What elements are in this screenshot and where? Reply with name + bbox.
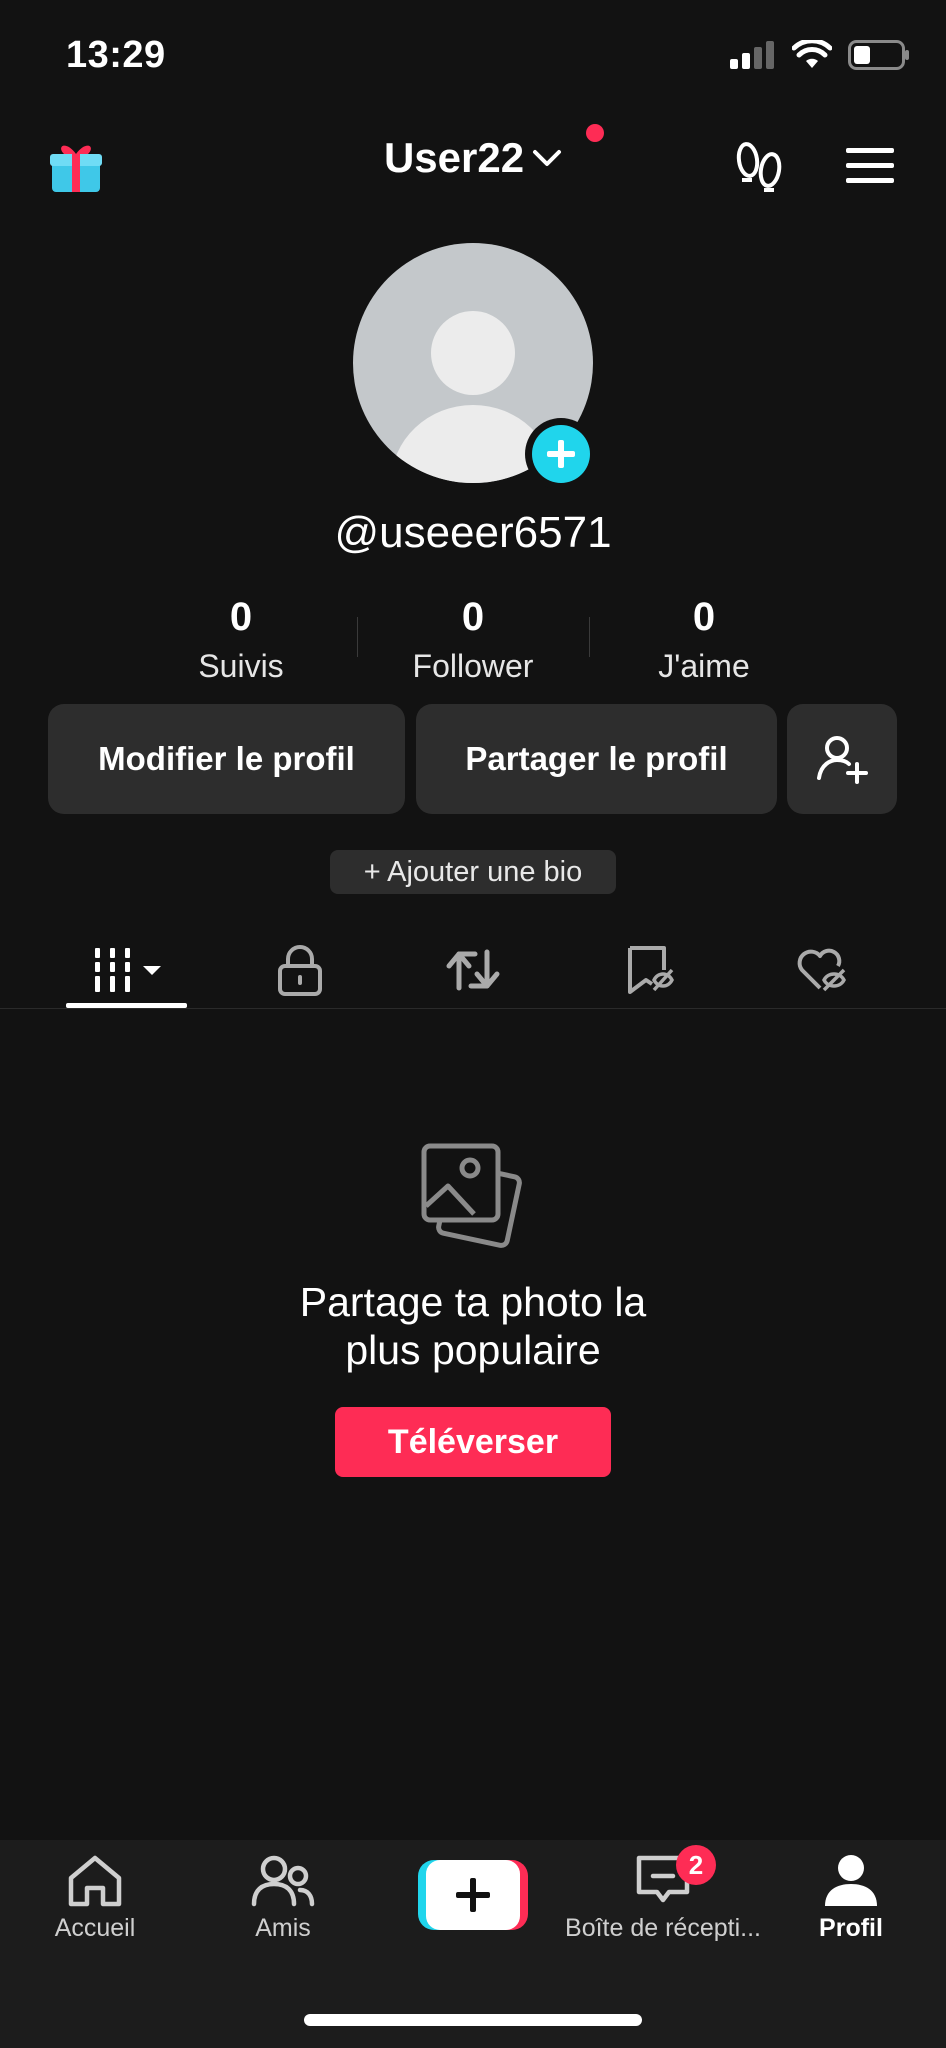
add-photo-button[interactable] xyxy=(525,418,597,490)
grid-icon xyxy=(94,948,161,992)
plus-icon xyxy=(547,440,575,468)
tab-divider xyxy=(0,1008,946,1009)
notification-dot xyxy=(586,124,604,142)
photos-icon xyxy=(418,1140,528,1257)
tab-private[interactable] xyxy=(240,930,360,1010)
battery-icon xyxy=(848,40,909,70)
stat-value: 0 xyxy=(692,595,716,639)
profile-handle: @useeer6571 xyxy=(334,508,612,557)
nav-label: Accueil xyxy=(54,1914,136,1942)
status-time: 13:29 xyxy=(66,34,166,76)
account-switcher[interactable]: User22 xyxy=(0,134,946,182)
tab-favorites[interactable] xyxy=(590,930,710,1010)
nav-label: Profil xyxy=(819,1914,883,1942)
friends-icon xyxy=(251,1855,315,1907)
repost-icon xyxy=(446,949,500,991)
stat-divider xyxy=(357,617,358,657)
nav-friends[interactable]: Amis xyxy=(188,1852,378,1943)
profile-icon xyxy=(825,1855,877,1906)
cellular-signal-icon xyxy=(730,41,774,69)
wifi-icon xyxy=(792,40,832,68)
stat-label: Suivis xyxy=(198,648,284,684)
stat-label: J'aime xyxy=(658,648,750,684)
nav-label: Amis xyxy=(255,1914,311,1942)
tab-reposts[interactable] xyxy=(413,930,533,1010)
username: User22 xyxy=(383,134,525,181)
menu-icon[interactable] xyxy=(846,146,894,191)
empty-state-title-line: Partage ta photo la xyxy=(299,1279,647,1325)
stat-divider xyxy=(589,617,590,657)
add-friends-button[interactable] xyxy=(787,704,897,814)
stat-following[interactable]: 0 Suivis xyxy=(141,592,341,685)
tab-liked[interactable] xyxy=(762,930,882,1010)
nav-inbox[interactable]: Boîte de récepti... xyxy=(565,1852,761,1943)
add-user-icon xyxy=(817,736,868,784)
footprints-icon[interactable] xyxy=(732,140,786,199)
stat-label: Follower xyxy=(412,648,534,684)
empty-state-title-line: plus populaire xyxy=(345,1327,601,1373)
nav-label: Boîte de récepti... xyxy=(565,1914,761,1942)
tab-videos[interactable] xyxy=(66,930,187,1010)
nav-profile[interactable]: Profil xyxy=(756,1852,946,1943)
add-bio-button[interactable]: + Ajouter une bio xyxy=(330,850,616,894)
stat-value: 0 xyxy=(461,595,485,639)
stat-likes[interactable]: 0 J'aime xyxy=(604,592,804,685)
nav-home[interactable]: Accueil xyxy=(0,1852,190,1943)
stat-value: 0 xyxy=(229,595,253,639)
share-profile-button[interactable]: Partager le profil xyxy=(416,704,777,814)
home-indicator xyxy=(304,2014,642,2026)
edit-profile-button[interactable]: Modifier le profil xyxy=(48,704,405,814)
lock-icon xyxy=(278,945,322,996)
status-icons xyxy=(730,40,910,70)
create-button[interactable] xyxy=(418,1860,528,1930)
upload-button[interactable]: Téléverser xyxy=(335,1407,611,1477)
inbox-badge: 2 xyxy=(676,1845,716,1885)
chevron-down-icon xyxy=(533,150,562,166)
hidden-bookmark-icon xyxy=(628,946,674,994)
home-icon xyxy=(68,1855,122,1907)
empty-state-title: Partage ta photo la plus populaire xyxy=(0,1278,946,1374)
hidden-heart-icon xyxy=(797,948,846,992)
stat-followers[interactable]: 0 Follower xyxy=(373,592,573,685)
